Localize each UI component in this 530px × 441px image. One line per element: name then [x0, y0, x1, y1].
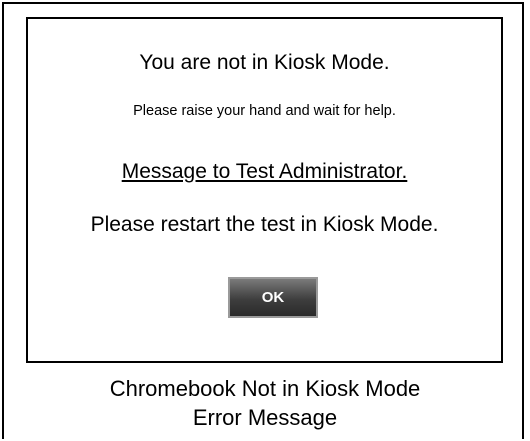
admin-message: Please restart the test in Kiosk Mode.: [90, 213, 439, 236]
figure-caption-line-1: Chromebook Not in Kiosk Mode: [109, 376, 421, 401]
dialog-title: You are not in Kiosk Mode.: [139, 51, 390, 74]
error-dialog: You are not in Kiosk Mode. Please raise …: [26, 17, 503, 363]
dialog-subtitle: Please raise your hand and wait for help…: [133, 103, 396, 119]
ok-button[interactable]: OK: [228, 277, 318, 318]
figure-caption-line-2: Error Message: [192, 405, 338, 430]
admin-heading: Message to Test Administrator.: [121, 160, 408, 183]
